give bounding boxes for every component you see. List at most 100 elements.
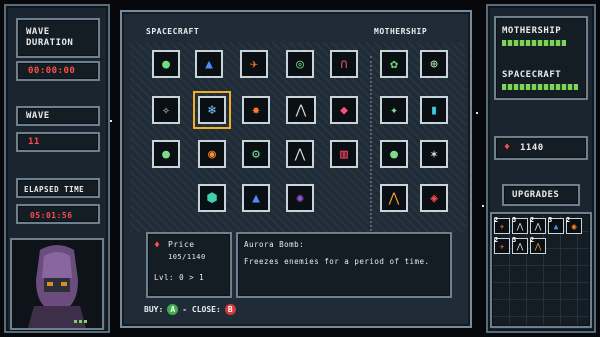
b-button[interactable]: B [224,304,236,315]
elapsed-label: ELAPSED TIME [24,185,85,194]
spacecraft-header: SPACECRAFT [146,27,200,36]
owned-upgrade: 3 ⋀ [512,236,528,254]
upgrade-ship-lasers[interactable]: ⋀ [286,140,314,168]
right-hud-panel: MOTHERSHIP SPACECRAFT ♦ 1140 UPGRADES 2 ✈… [486,4,596,333]
rocket-volley-icon: ⋀ [534,241,542,251]
upgrade-mothership-green-orb[interactable]: ✿ [380,50,408,78]
wave-value-box: 11 [16,132,100,152]
star [482,205,484,207]
upgrade-rocket-volley[interactable]: ⋀ [380,184,408,212]
upgrade-orange-rings[interactable]: ◉ [198,140,226,168]
ship-lasers-icon: ⋀ [294,146,306,162]
upgrade-green-orb[interactable]: ● [152,50,180,78]
upgrade-striped-shield[interactable]: ▥ [330,140,358,168]
rockets-icon: ✈ [499,221,505,231]
upgrade-mothership-wrench-orb[interactable]: ● [380,140,408,168]
upgrade-magnet[interactable]: ∩ [330,50,358,78]
elapsed-box: ELAPSED TIME [16,178,100,198]
upgrade-wrench-sparkle[interactable]: ✧ [152,96,180,124]
level-text: Lvl: 0 > 1 [154,273,205,282]
sparkle-icon: ✦ [390,102,398,118]
wrench-sparkle-icon: ✧ [162,102,170,118]
red-crystals-icon: ◆ [340,102,348,118]
upgrades-header-box: UPGRADES [502,184,580,206]
upgrade-radar[interactable]: ◎ [286,50,314,78]
ship-squad-icon: ⋀ [516,221,524,231]
orange-rings-icon: ◉ [571,221,577,231]
upgrade-burst[interactable]: ✸ [242,96,270,124]
upgrade-compass[interactable]: ⊕ [420,50,448,78]
upgrade-purple-vortex[interactable]: ✺ [286,184,314,212]
green-orb-icon: ✿ [390,56,398,72]
upgrade-cyan-beam[interactable]: ▮ [420,96,448,124]
green-flame-icon: ▲ [252,190,260,206]
crystal-icon: ♦ [504,142,511,153]
left-hud-panel: WAVE DURATION 00:00:00 WAVE 11 ELAPSED T… [4,4,110,333]
rockets-icon: ✈ [499,241,505,251]
close-label: - CLOSE: [182,305,221,314]
blue-flames-icon: ▲ [553,221,559,231]
wave-duration-label: WAVE DURATION [26,27,74,48]
wave-duration-box: WAVE DURATION [16,18,100,58]
wave-label: WAVE [26,111,50,121]
purple-vortex-icon: ✺ [296,190,304,206]
snowflake-icon: ❄ [208,102,216,118]
item-description-box: Aurora Bomb: Freezes enemies for a perio… [236,232,452,298]
upgrade-ship-blast[interactable]: ✶ [420,140,448,168]
mothership-label: MOTHERSHIP [502,26,562,36]
upgrade-teal-hex[interactable]: ⬢ [198,184,226,212]
item-description: Freezes enemies for a period of time. [244,257,430,266]
upgrade-blue-flames[interactable]: ▲ [195,50,223,78]
wrench-orb-icon: ● [390,146,398,162]
upgrade-green-flame[interactable]: ▲ [242,184,270,212]
upgrade-red-crystals[interactable]: ◆ [330,96,358,124]
rockets-icon: ✈ [250,56,258,72]
upgrade-red-turret[interactable]: ◈ [420,184,448,212]
owned-upgrade: 2 ✈ [494,236,510,254]
health-box: MOTHERSHIP SPACECRAFT [494,16,588,100]
upgrade-sparkle[interactable]: ✦ [380,96,408,124]
red-turret-icon: ◈ [430,190,438,206]
wave-duration-value: 00:00:00 [28,66,76,76]
blue-flames-icon: ▲ [205,56,213,72]
upgrade-rockets[interactable]: ✈ [240,50,268,78]
item-name: Aurora Bomb: [244,240,305,249]
magnet-icon: ∩ [340,56,348,72]
green-orb-icon: ● [162,56,170,72]
currency-value: 1140 [520,143,544,153]
currency-box: ♦ 1140 [494,136,588,160]
upgrade-ship-squad[interactable]: ⋀ [286,96,316,124]
ship-blast-icon: ✶ [430,146,438,162]
owned-upgrade: 2 ◉ [566,216,582,234]
pilot-portrait-frame [10,238,104,330]
section-divider [370,56,372,231]
upgrades-label: UPGRADES [512,190,560,200]
mothership-health-bar [502,40,566,46]
wave-box: WAVE [16,106,100,126]
price-label: Price [168,240,195,249]
owned-upgrade: 2 ⋀ [530,216,546,234]
owned-upgrade: 3 ▲ [548,216,564,234]
wave-duration-value-box: 00:00:00 [16,61,100,81]
mothership-header: MOTHERSHIP [374,27,428,36]
star [110,120,112,122]
elapsed-value-box: 05:01:56 [16,204,100,224]
pilot-portrait [12,240,102,328]
elapsed-value: 05:01:56 [30,211,73,220]
star [476,112,478,114]
burst-icon: ✸ [252,102,260,118]
striped-shield-icon: ▥ [340,146,348,162]
upgrade-wrench-gear[interactable]: ⚙ [242,140,270,168]
upgrade-aurora-bomb-selected[interactable]: ❄ [193,91,231,129]
rocket-volley-icon: ⋀ [388,190,400,206]
crystal-icon: ♦ [154,240,161,251]
spacecraft-label: SPACECRAFT [502,70,562,80]
compass-icon: ⊕ [430,56,438,72]
teal-hex-icon: ⬢ [206,190,218,206]
cyan-beam-icon: ▮ [430,102,438,118]
price-box: ♦ Price 105/1140 Lvl: 0 > 1 [146,232,232,298]
owned-upgrade: 2 ⋀ [530,236,546,254]
buy-label: BUY: [144,305,164,314]
upgrade-wrench-orb[interactable]: ● [152,140,180,168]
a-button[interactable]: A [167,304,179,315]
